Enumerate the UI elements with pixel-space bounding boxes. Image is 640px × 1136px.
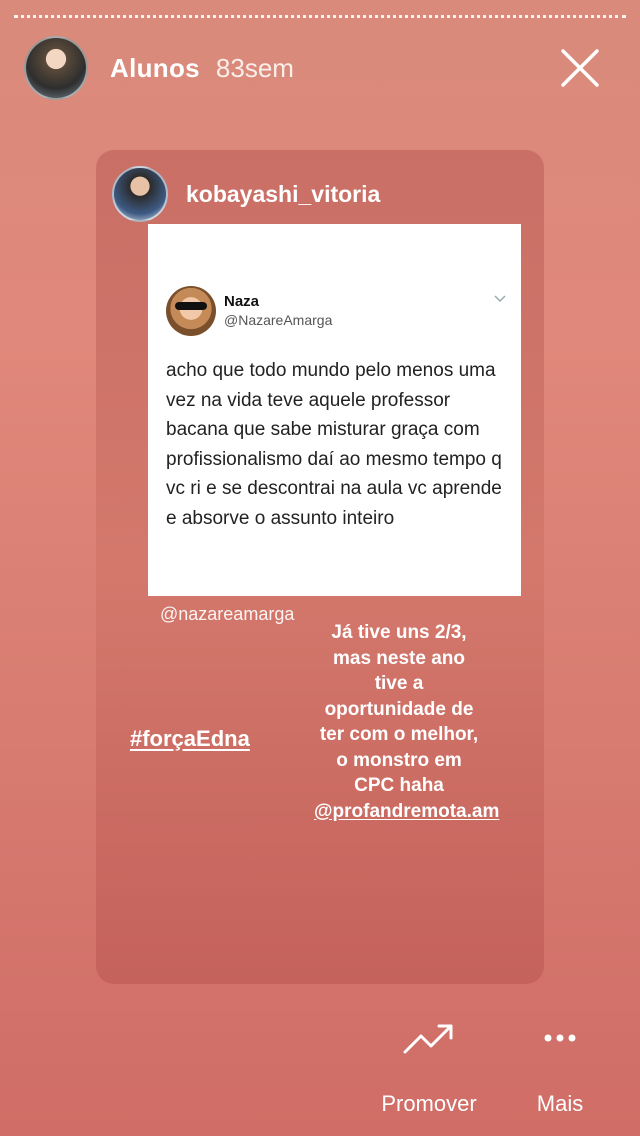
shared-post-header: kobayashi_vitoria <box>112 166 380 222</box>
hashtag-sticker[interactable]: #forçaEdna <box>130 726 250 752</box>
more-dots-icon <box>544 1034 576 1042</box>
avatar[interactable] <box>24 36 88 100</box>
promote-label: Promover <box>381 1091 477 1116</box>
story-caption: Já tive uns 2/3, mas neste ano tive a op… <box>314 620 499 824</box>
close-icon[interactable] <box>560 48 600 88</box>
trend-up-icon <box>403 1024 453 1054</box>
chevron-down-icon <box>494 295 506 303</box>
avatar <box>166 286 216 336</box>
shared-post-card[interactable]: kobayashi_vitoria Naza @NazareAmarga ach… <box>96 150 544 984</box>
avatar[interactable] <box>112 166 168 222</box>
story-progress-bar <box>14 14 626 18</box>
more-button[interactable]: Mais <box>520 1016 600 1117</box>
tweet-author: Naza @NazareAmarga <box>224 293 332 329</box>
tweet-header: Naza @NazareAmarga <box>166 286 332 336</box>
tweet-author-name: Naza <box>224 293 260 310</box>
tweet-screenshot: Naza @NazareAmarga acho que todo mundo p… <box>148 224 521 596</box>
story-time: 83sem <box>215 52 294 83</box>
tweet-author-handle: @NazareAmarga <box>224 312 333 328</box>
story-username[interactable]: Alunos <box>110 53 200 84</box>
tweet-text: acho que todo mundo pelo menos uma vez n… <box>166 360 502 529</box>
shared-post-username[interactable]: kobayashi_vitoria <box>186 181 380 208</box>
progress-segment <box>14 14 626 18</box>
story-footer: Promover Mais <box>0 1016 640 1126</box>
promote-button[interactable]: Promover <box>374 1016 484 1117</box>
mention-sticker[interactable]: @nazareamarga <box>160 604 294 625</box>
caption-text: Já tive uns 2/3, mas neste ano tive a op… <box>319 622 479 796</box>
story-header: Alunos 83sem <box>24 36 620 100</box>
caption-mention[interactable]: @profandremota.am <box>314 801 499 822</box>
more-label: Mais <box>536 1091 584 1116</box>
